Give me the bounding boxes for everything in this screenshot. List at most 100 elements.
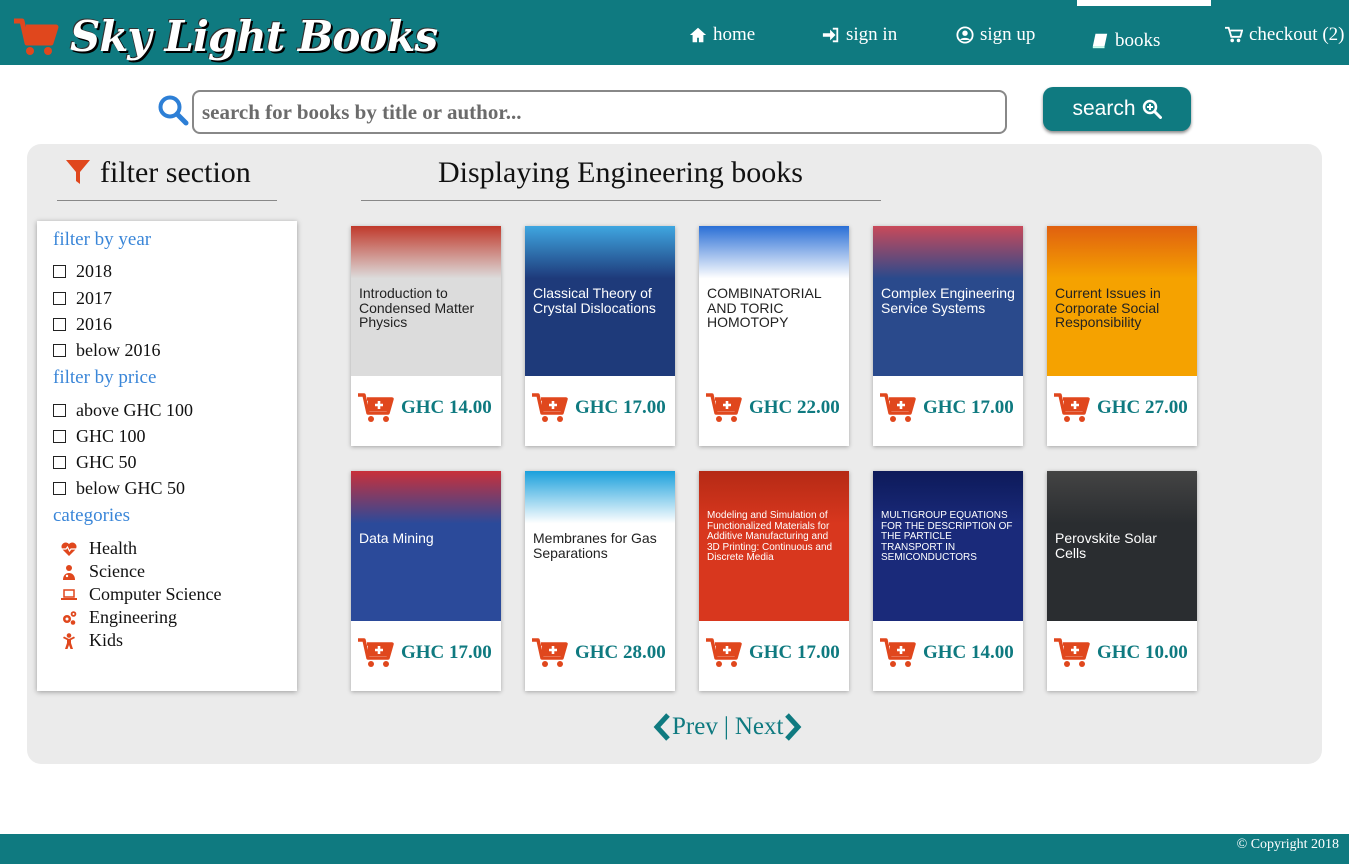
add-to-cart-icon <box>358 638 394 667</box>
user-circle-icon <box>956 26 974 44</box>
price-option[interactable]: GHC 100 <box>53 426 146 447</box>
add-to-cart-button[interactable]: GHC 14.00 <box>879 637 1014 669</box>
book-price: GHC 22.00 <box>749 397 840 418</box>
filter-icon <box>66 160 90 184</box>
option-label: 2016 <box>76 314 112 334</box>
add-to-cart-button[interactable]: GHC 27.00 <box>1053 392 1188 424</box>
nav-home[interactable]: home <box>689 24 755 46</box>
price-option[interactable]: GHC 50 <box>53 452 137 473</box>
add-to-cart-button[interactable]: GHC 28.00 <box>531 637 666 669</box>
filter-sidebar: filter by year 2018 2017 2016 below 2016… <box>37 221 297 691</box>
scientist-icon <box>63 564 75 580</box>
nav-sign-in[interactable]: sign in <box>822 24 897 46</box>
book-cover-title: Introduction to Condensed Matter Physics <box>359 285 475 331</box>
nav-checkout-label: checkout (2) <box>1249 24 1345 45</box>
checkbox[interactable] <box>53 292 66 305</box>
category-health[interactable]: Health <box>61 538 137 559</box>
year-option[interactable]: 2016 <box>53 314 112 335</box>
book-price: GHC 10.00 <box>1097 642 1188 663</box>
book-cover-title: COMBINATORIAL AND TORIC HOMOTOPY <box>707 285 822 331</box>
add-to-cart-button[interactable]: GHC 10.00 <box>1053 637 1188 669</box>
chevron-left-icon[interactable] <box>652 712 672 742</box>
laptop-icon <box>61 588 77 600</box>
book-cover[interactable]: Membranes for Gas Separations <box>525 471 675 621</box>
add-to-cart-icon <box>1054 638 1090 667</box>
option-label: GHC 50 <box>76 452 137 472</box>
category-engineering[interactable]: Engineering <box>61 607 177 628</box>
category-label: Engineering <box>89 607 177 627</box>
category-label: Computer Science <box>89 584 222 604</box>
add-to-cart-button[interactable]: GHC 14.00 <box>357 392 492 424</box>
book-card[interactable]: COMBINATORIAL AND TORIC HOMOTOPY GHC 22.0… <box>699 226 849 446</box>
book-cover[interactable]: Introduction to Condensed Matter Physics <box>351 226 501 376</box>
checkbox[interactable] <box>53 318 66 331</box>
pagination: Prev | Next <box>652 712 803 742</box>
book-card[interactable]: Perovskite Solar Cells GHC 10.00 <box>1047 471 1197 691</box>
checkbox[interactable] <box>53 482 66 495</box>
year-option[interactable]: 2018 <box>53 261 112 282</box>
book-card[interactable]: Current Issues in Corporate Social Respo… <box>1047 226 1197 446</box>
book-card[interactable]: Complex Engineering Service Systems GHC 1… <box>873 226 1023 446</box>
option-label: above GHC 100 <box>76 400 193 420</box>
chevron-right-icon[interactable] <box>783 712 803 742</box>
checkbox[interactable] <box>53 344 66 357</box>
book-price: GHC 17.00 <box>749 642 840 663</box>
category-kids[interactable]: Kids <box>61 630 123 651</box>
sign-in-icon <box>822 27 839 43</box>
search-button[interactable]: search <box>1043 87 1191 131</box>
book-cover[interactable]: Modeling and Simulation of Functionalize… <box>699 471 849 621</box>
next-link[interactable]: Next <box>735 713 784 741</box>
book-cover[interactable]: Classical Theory of Crystal Dislocations <box>525 226 675 376</box>
category-label: Science <box>89 561 145 581</box>
book-card[interactable]: Data Mining GHC 17.00 <box>351 471 501 691</box>
prev-link[interactable]: Prev <box>672 713 718 741</box>
book-cover-title: Perovskite Solar Cells <box>1055 530 1157 561</box>
book-cover[interactable]: COMBINATORIAL AND TORIC HOMOTOPY <box>699 226 849 376</box>
checkbox[interactable] <box>53 456 66 469</box>
cart-icon <box>1225 26 1243 43</box>
copyright-text: © Copyright 2018 <box>1236 837 1339 852</box>
search-input[interactable] <box>192 90 1007 134</box>
category-science[interactable]: Science <box>61 561 145 582</box>
checkbox[interactable] <box>53 404 66 417</box>
filter-heading-label: filter section <box>100 156 251 189</box>
add-to-cart-button[interactable]: GHC 17.00 <box>879 392 1014 424</box>
book-cover[interactable]: Data Mining <box>351 471 501 621</box>
add-to-cart-icon <box>706 638 742 667</box>
nav-sign-up[interactable]: sign up <box>956 24 1035 46</box>
option-label: 2018 <box>76 261 112 281</box>
book-cover[interactable]: Complex Engineering Service Systems <box>873 226 1023 376</box>
add-to-cart-button[interactable]: GHC 17.00 <box>531 392 666 424</box>
book-cover-title: Classical Theory of Crystal Dislocations <box>533 285 656 316</box>
add-to-cart-button[interactable]: GHC 17.00 <box>705 637 840 669</box>
nav-sign-up-label: sign up <box>980 24 1036 45</box>
add-to-cart-icon <box>880 393 916 422</box>
book-cover[interactable]: MULTIGROUP EQUATIONS FOR THE DESCRIPTION… <box>873 471 1023 621</box>
year-option[interactable]: below 2016 <box>53 340 161 361</box>
price-option[interactable]: above GHC 100 <box>53 400 193 421</box>
book-card[interactable]: Introduction to Condensed Matter Physics… <box>351 226 501 446</box>
nav-books[interactable]: books <box>1091 30 1160 52</box>
gears-icon <box>63 610 77 625</box>
option-label: 2017 <box>76 288 112 308</box>
book-cover[interactable]: Current Issues in Corporate Social Respo… <box>1047 226 1197 376</box>
book-card[interactable]: MULTIGROUP EQUATIONS FOR THE DESCRIPTION… <box>873 471 1023 691</box>
add-to-cart-button[interactable]: GHC 22.00 <box>705 392 840 424</box>
nav-sign-in-label: sign in <box>846 24 898 45</box>
nav-checkout[interactable]: checkout (2) <box>1225 24 1344 46</box>
category-computer-science[interactable]: Computer Science <box>61 584 221 605</box>
book-cover[interactable]: Perovskite Solar Cells <box>1047 471 1197 621</box>
checkbox[interactable] <box>53 265 66 278</box>
year-option[interactable]: 2017 <box>53 288 112 309</box>
add-to-cart-icon <box>532 393 568 422</box>
price-option[interactable]: below GHC 50 <box>53 478 185 499</box>
footer-bar: © Copyright 2018 <box>0 834 1349 864</box>
book-card[interactable]: Classical Theory of Crystal Dislocations… <box>525 226 675 446</box>
book-cover-title: MULTIGROUP EQUATIONS FOR THE DESCRIPTION… <box>881 510 1013 563</box>
book-card[interactable]: Modeling and Simulation of Functionalize… <box>699 471 849 691</box>
divider <box>57 200 277 201</box>
category-label: Kids <box>89 630 124 650</box>
book-card[interactable]: Membranes for Gas Separations GHC 28.00 <box>525 471 675 691</box>
add-to-cart-button[interactable]: GHC 17.00 <box>357 637 492 669</box>
checkbox[interactable] <box>53 430 66 443</box>
